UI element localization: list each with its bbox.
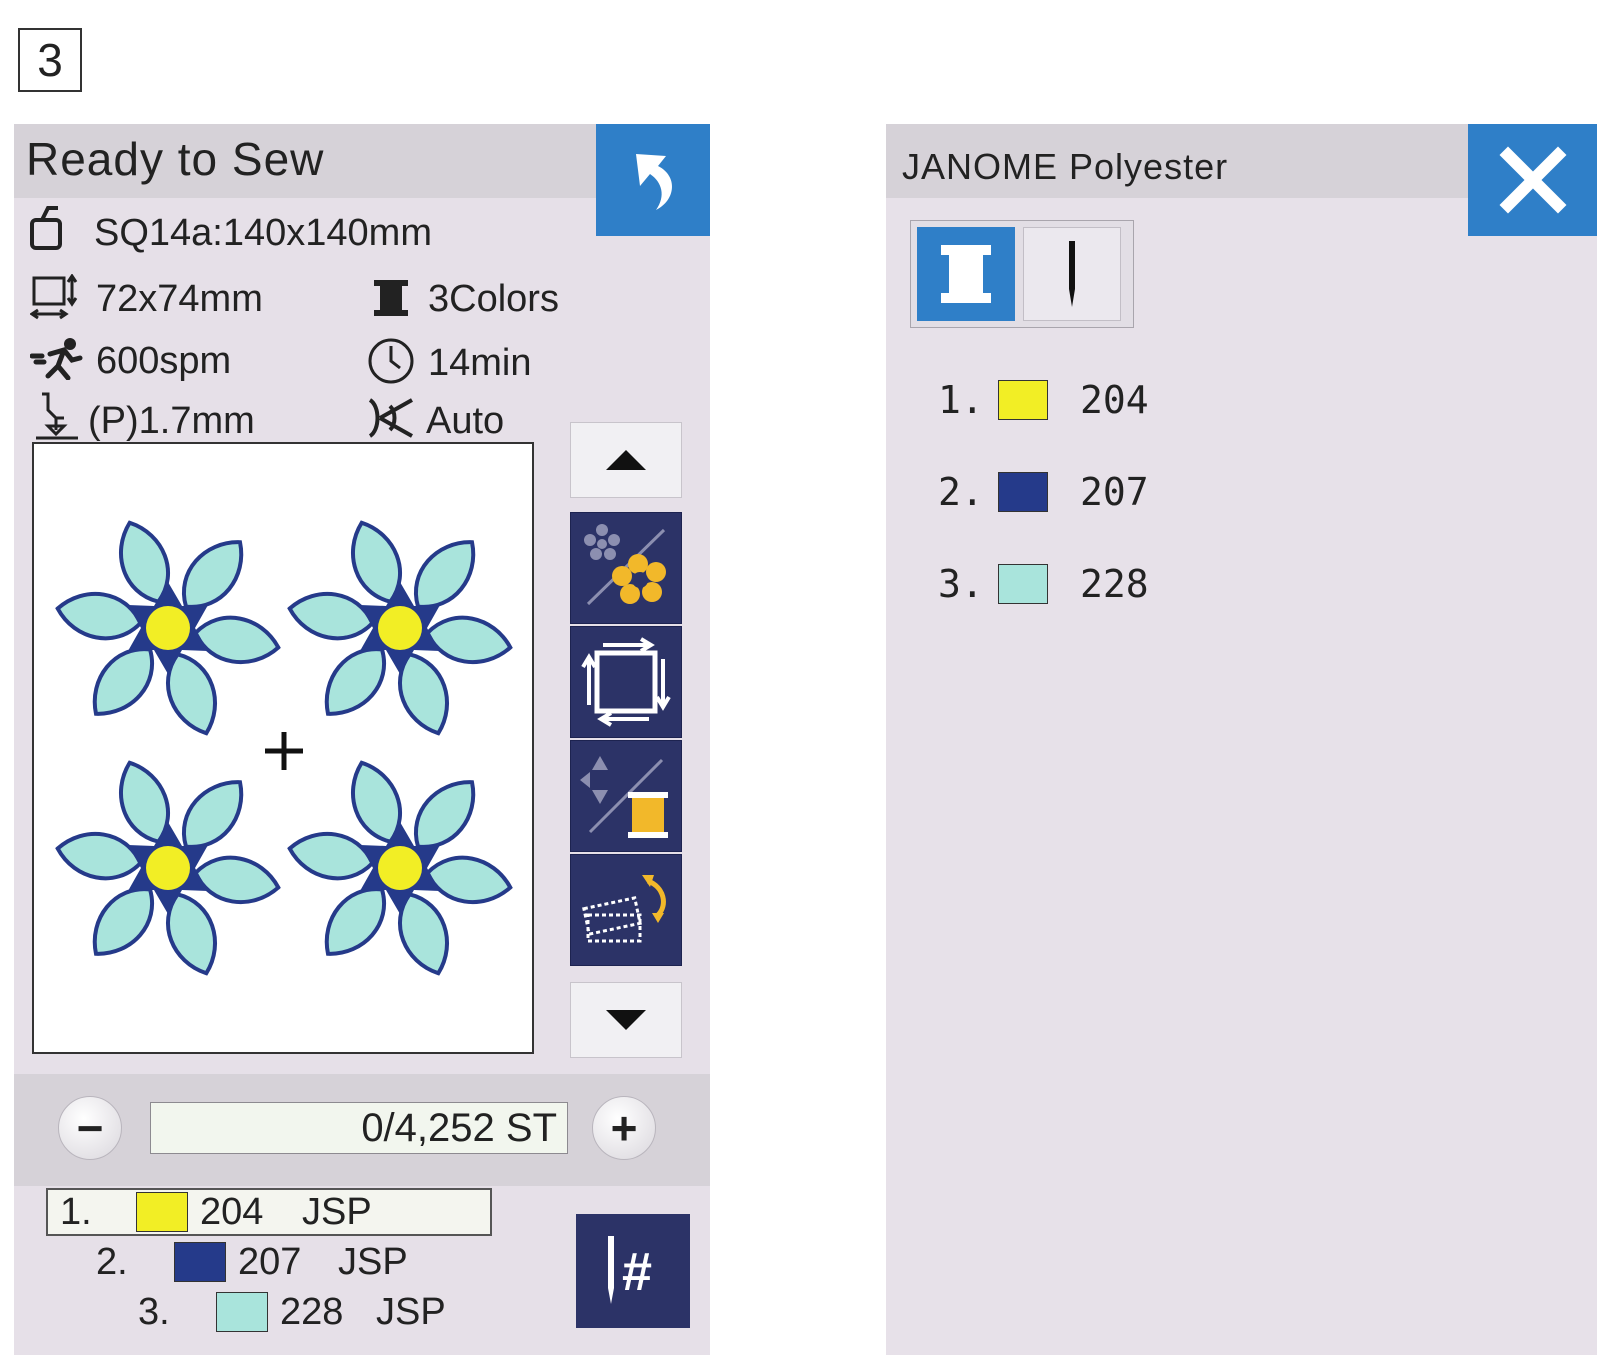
close-icon [1499,146,1566,214]
thread-number: 1. [60,1191,92,1233]
stitch-plus-button[interactable]: + [592,1096,656,1160]
catalog-number: 3. [938,562,984,606]
foot-height-text: (P)1.7mm [88,400,255,442]
rotate-design-icon [582,875,666,943]
thread-number: 3. [138,1291,170,1333]
clock-icon [366,336,416,391]
needle-number-button[interactable]: # [576,1214,690,1328]
time-text: 14min [428,342,532,384]
center-crosshair-icon [265,732,303,770]
thread-brand: JSP [338,1241,408,1283]
catalog-code[interactable]: 228 [1080,562,1149,606]
panel-header: JANOME Polyester [886,124,1468,198]
scissors-icon [366,396,416,445]
catalog-swatch [998,472,1048,512]
scroll-up-button[interactable] [570,422,682,498]
presser-foot-icon [34,390,82,445]
thread-code: 207 [238,1241,302,1283]
thread-swatch [216,1292,268,1332]
color-count-text: 3Colors [428,278,559,320]
view-mode-toggle [910,220,1134,328]
needle-mode-button[interactable] [1023,227,1121,321]
step-number: 3 [18,28,82,92]
thread-trim-text: Auto [426,400,505,442]
speed-text: 600spm [96,340,232,382]
thread-code: 204 [200,1191,264,1233]
thread-brand: JSP [302,1191,372,1233]
thread-catalog-panel: JANOME Polyester 1. 204 2. 207 3. 228 [886,124,1597,1355]
thread-code: 228 [280,1291,344,1333]
needle-number-label: # [622,1242,652,1302]
thread-color-button[interactable] [570,740,682,852]
design-edit-button[interactable] [570,512,682,624]
panel-title: Ready to Sew [26,133,325,185]
design-edit-icon [584,524,666,606]
panel-title: JANOME Polyester [902,146,1229,187]
thread-color-icon [580,756,668,838]
thread-brand: JSP [376,1291,446,1333]
thread-swatch [174,1242,226,1282]
back-arrow-icon [636,154,673,210]
flower-motif [258,723,542,1013]
arrow-down-icon [606,1010,646,1030]
stitch-counter: 0/4,252 ST [150,1102,568,1154]
design-preview[interactable] [26,442,542,1054]
needle-mode-icon [1069,241,1075,307]
thread-number: 2. [96,1241,128,1283]
design-size-text: 72x74mm [96,278,263,320]
size-icon [29,273,82,325]
stitch-minus-button[interactable]: − [58,1096,122,1160]
arrow-up-icon [606,450,646,470]
needle-number-icon: # [608,1236,652,1304]
back-button[interactable] [596,124,710,236]
catalog-number: 1. [938,378,984,422]
hoop-info [28,204,68,252]
scroll-down-button[interactable] [570,982,682,1058]
catalog-swatch [998,380,1048,420]
thread-row-selected[interactable] [46,1188,492,1236]
flower-design-preview [26,483,542,1013]
runner-icon [29,336,86,385]
hoop-size-text: SQ14a:140x140mm [94,212,432,254]
flower-motif [26,483,310,773]
catalog-swatch [998,564,1048,604]
trace-icon [581,637,671,727]
thread-swatch [136,1192,188,1232]
flower-motif [258,483,542,773]
hoop-icon [30,206,62,250]
rotate-design-button[interactable] [570,854,682,966]
catalog-number: 2. [938,470,984,514]
panel-header: Ready to Sew [14,124,596,198]
stitch-control-bar: − 0/4,252 ST + [14,1074,710,1186]
spool-icon [372,278,410,323]
ready-to-sew-panel: Ready to Sew SQ14a:140x140mm 72x74mm 3Co… [14,124,710,1355]
spool-mode-button[interactable] [917,227,1015,321]
catalog-code[interactable]: 207 [1080,470,1149,514]
spool-mode-icon [941,245,991,303]
catalog-code[interactable]: 204 [1080,378,1149,422]
trace-button[interactable] [570,626,682,738]
close-button[interactable] [1468,124,1597,236]
flower-motif [26,723,310,1013]
